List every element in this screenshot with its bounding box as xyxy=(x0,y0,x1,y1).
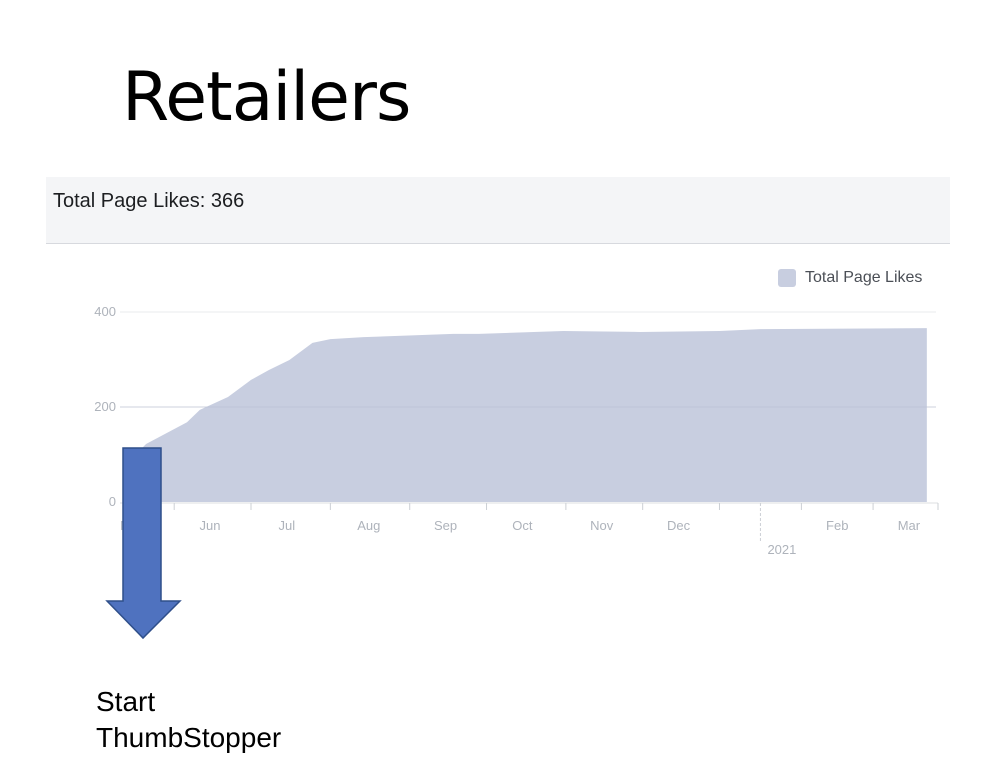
x-tick-label: Jun xyxy=(200,518,221,533)
x-tick-label: Nov xyxy=(590,518,614,533)
y-tick-label: 400 xyxy=(94,304,116,319)
x-tick-label: Sep xyxy=(434,518,457,533)
y-tick-label: 0 xyxy=(109,494,116,509)
x-tick-label: Oct xyxy=(512,518,533,533)
x-tick-label: Mar xyxy=(898,518,921,533)
likes-area-chart: 0200400MJunJulAugSepOctNovDecFebMar2021 xyxy=(94,304,939,640)
year-label: 2021 xyxy=(767,542,796,557)
caption-line-1: Start xyxy=(96,686,156,717)
x-tick-label: Dec xyxy=(667,518,691,533)
x-tick-label: Aug xyxy=(357,518,380,533)
x-tick-label: Feb xyxy=(826,518,848,533)
caption-line-2: ThumbStopper xyxy=(96,722,282,753)
likes-area xyxy=(123,328,927,502)
x-tick-label: Jul xyxy=(279,518,296,533)
y-tick-label: 200 xyxy=(94,399,116,414)
annotation-caption: Start ThumbStopper xyxy=(96,684,281,756)
